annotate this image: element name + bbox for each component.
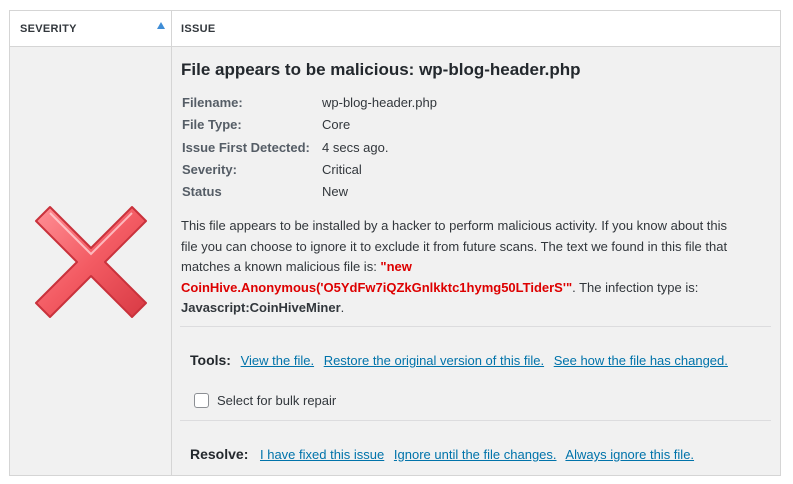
bulk-repair-label[interactable]: Select for bulk repair	[217, 393, 336, 408]
detail-value: Core	[322, 117, 351, 133]
severity-header-label: SEVERITY	[20, 23, 77, 35]
issue-title: File appears to be malicious: wp-blog-he…	[181, 60, 581, 79]
table-header: SEVERITY ISSUE	[10, 11, 780, 47]
issue-cell: File appears to be malicious: wp-blog-he…	[172, 47, 780, 475]
bulk-repair-option[interactable]: Select for bulk repair	[194, 393, 336, 408]
tools-row: Tools: View the file. Restore the origin…	[190, 352, 734, 368]
severity-cell	[10, 47, 172, 475]
divider	[180, 420, 771, 421]
detail-label: Severity:	[182, 161, 237, 177]
issue-header-label: ISSUE	[181, 23, 216, 35]
detail-label: File Type:	[182, 117, 242, 133]
sort-ascending-icon[interactable]	[157, 22, 165, 29]
resolve-label: Resolve:	[190, 446, 249, 462]
detail-label: Status	[182, 184, 222, 200]
divider	[180, 326, 771, 327]
description-mid: . The infection type is:	[572, 279, 699, 295]
description-intro: This file appears to be installed by a h…	[181, 218, 728, 274]
issues-table: SEVERITY ISSUE File appears to be malici…	[9, 10, 781, 476]
always-ignore-link[interactable]: Always ignore this file.	[565, 447, 694, 462]
restore-original-link[interactable]: Restore the original version of this fil…	[324, 353, 544, 368]
view-file-link[interactable]: View the file.	[241, 353, 314, 368]
bulk-repair-checkbox[interactable]	[194, 393, 209, 408]
issue-column-header[interactable]: ISSUE	[172, 11, 216, 46]
detail-value: New	[322, 184, 349, 200]
resolve-row: Resolve: I have fixed this issue Ignore …	[190, 446, 700, 462]
issue-description: This file appears to be installed by a h…	[181, 216, 741, 319]
infection-type: Javascript:CoinHiveMiner	[181, 300, 341, 315]
severity-column-header[interactable]: SEVERITY	[10, 11, 172, 46]
detail-value: wp-blog-header.php	[322, 95, 437, 110]
see-changes-link[interactable]: See how the file has changed.	[554, 353, 728, 368]
fixed-issue-link[interactable]: I have fixed this issue	[260, 447, 384, 462]
detail-label: Filename:	[182, 95, 243, 110]
description-end: .	[340, 300, 345, 315]
detail-value: Critical	[322, 161, 362, 177]
critical-x-icon	[35, 206, 147, 318]
tools-label: Tools:	[190, 352, 231, 368]
detail-value: 4 secs ago.	[322, 139, 389, 155]
detail-label: Issue First Detected:	[182, 139, 310, 155]
ignore-until-changes-link[interactable]: Ignore until the file changes.	[394, 447, 557, 462]
